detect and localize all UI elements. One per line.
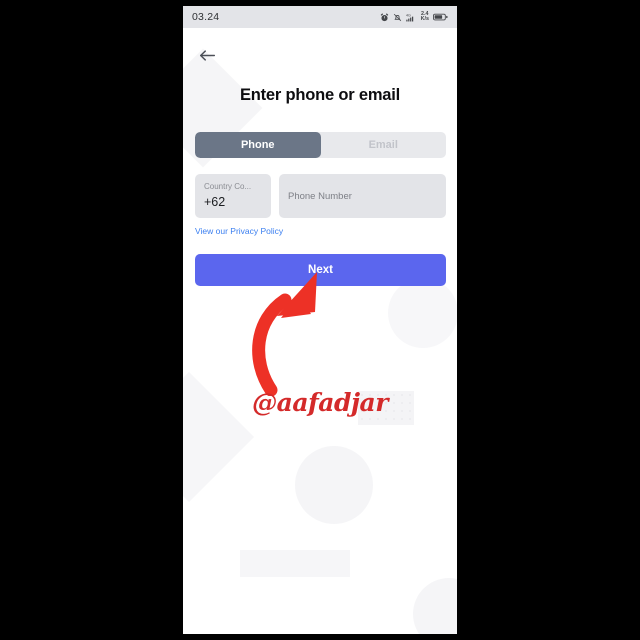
- app-content: Enter phone or email Phone Email Country…: [183, 28, 457, 634]
- bell-muted-icon: [393, 13, 401, 21]
- battery-icon: [433, 13, 448, 21]
- network-speed-unit: K/s: [420, 16, 429, 22]
- alarm-clock-icon: [380, 13, 388, 21]
- phone-number-field[interactable]: Phone Number: [279, 174, 446, 218]
- privacy-policy-link[interactable]: View our Privacy Policy: [195, 226, 283, 236]
- watermark-text: @aafadjar: [252, 388, 388, 417]
- country-code-value: +62: [204, 195, 226, 209]
- back-arrow-icon: [199, 49, 215, 61]
- status-bar: 03.24 4G 2.4 K/s: [183, 6, 457, 28]
- tab-phone[interactable]: Phone: [195, 132, 321, 158]
- status-bar-icons: 4G 2.4 K/s: [380, 11, 448, 23]
- tab-email[interactable]: Email: [321, 132, 447, 158]
- next-button[interactable]: Next: [195, 254, 446, 286]
- phone-screen: 03.24 4G 2.4 K/s Enter phone or email Ph…: [183, 6, 457, 634]
- svg-text:4G: 4G: [406, 13, 411, 17]
- network-speed-icon: 2.4 K/s: [420, 11, 429, 23]
- phone-number-placeholder: Phone Number: [288, 190, 352, 202]
- page-title: Enter phone or email: [239, 86, 401, 104]
- account-type-tab-group: Phone Email: [195, 132, 446, 158]
- country-code-field[interactable]: Country Co... +62: [195, 174, 271, 218]
- phone-input-row: Country Co... +62 Phone Number: [195, 174, 446, 218]
- country-code-label: Country Co...: [204, 182, 252, 191]
- back-button[interactable]: [194, 42, 220, 68]
- signal-bars-4g-icon: 4G: [406, 13, 413, 21]
- status-bar-clock: 03.24: [192, 11, 220, 23]
